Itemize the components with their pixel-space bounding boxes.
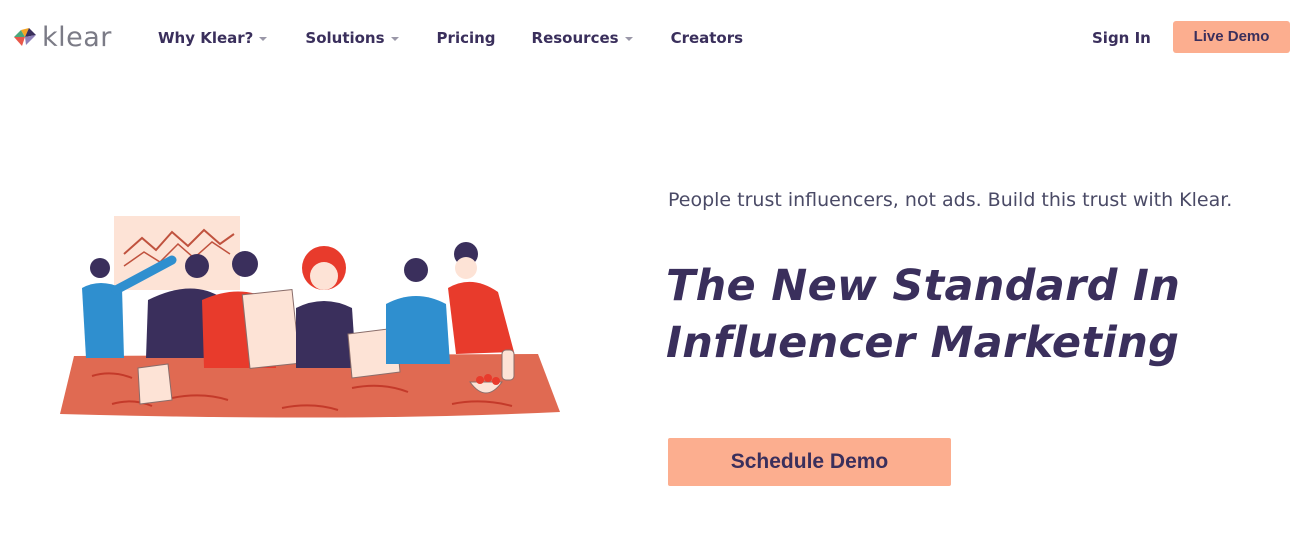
top-navigation: klear Why Klear? Solutions Pricing Resou… [0, 0, 1306, 76]
live-demo-button[interactable]: Live Demo [1173, 21, 1290, 53]
small-laptop [137, 363, 173, 405]
nav-pricing-label: Pricing [436, 29, 496, 47]
sign-in-link[interactable]: Sign In [1092, 28, 1151, 48]
person-1-head [90, 258, 110, 278]
team-meeting-illustration [60, 216, 560, 418]
person-4-face [310, 262, 338, 290]
person-1-body [82, 283, 124, 358]
bottle [501, 349, 515, 381]
nav-why-klear[interactable]: Why Klear? [158, 28, 268, 48]
person-5-body [386, 296, 450, 364]
person-5-head [404, 258, 428, 282]
person-4-body [296, 301, 356, 368]
nav-why-klear-label: Why Klear? [158, 29, 254, 47]
brand-name: klear [42, 21, 112, 53]
nav-creators-label: Creators [670, 29, 744, 47]
schedule-demo-button[interactable]: Schedule Demo [668, 438, 951, 486]
person-6-body [448, 281, 514, 354]
headline-line-1: The New Standard In [666, 261, 1181, 311]
chevron-down-icon [259, 36, 268, 41]
headline-line-2: Influencer Marketing [666, 318, 1180, 368]
hero-headline: The New Standard In Influencer Marketing [666, 258, 1286, 372]
nav-solutions-label: Solutions [305, 29, 385, 47]
nav-solutions[interactable]: Solutions [305, 28, 399, 48]
main-menu: Why Klear? Solutions Pricing Resources C… [158, 28, 743, 48]
nav-resources[interactable]: Resources [532, 28, 633, 48]
chevron-down-icon [390, 36, 399, 41]
klear-logo-icon [14, 28, 36, 46]
klear-logo[interactable]: klear [12, 21, 112, 53]
nav-creators[interactable]: Creators [671, 28, 744, 48]
paper [241, 289, 301, 369]
chevron-down-icon [624, 36, 633, 41]
person-2-head [185, 254, 209, 278]
nav-resources-label: Resources [531, 29, 619, 47]
nav-pricing[interactable]: Pricing [437, 28, 496, 48]
hero-tagline: People trust influencers, not ads. Build… [668, 189, 1233, 211]
person-6-face [455, 257, 477, 279]
person-3-head [232, 251, 258, 277]
